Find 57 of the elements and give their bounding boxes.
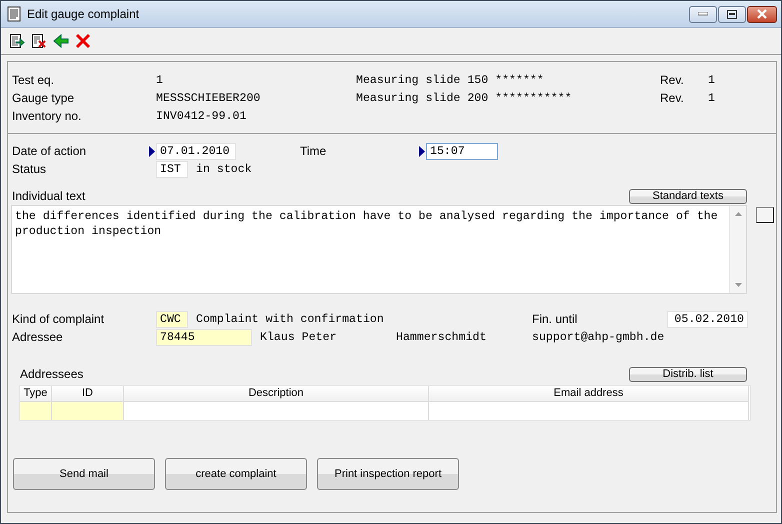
- kind-text: Complaint with confirmation: [196, 312, 384, 327]
- distribution-list-button[interactable]: Distrib. list: [629, 367, 747, 382]
- field-value: MESSSCHIEBER200: [156, 91, 262, 107]
- scroll-bar[interactable]: [729, 206, 746, 293]
- action-button[interactable]: Send mail: [13, 458, 155, 490]
- back-arrow-icon[interactable]: [53, 33, 69, 49]
- first-name-text: Klaus Peter: [260, 330, 338, 345]
- cancel-icon[interactable]: [75, 33, 91, 49]
- field-label: Adressee: [12, 330, 63, 345]
- description-text: Measuring slide 200 ***********: [356, 91, 573, 107]
- description-text: Measuring slide 150 *******: [356, 73, 545, 89]
- column-header[interactable]: Email address: [429, 386, 749, 402]
- maximize-button[interactable]: [718, 6, 746, 22]
- minimize-icon: [698, 12, 708, 16]
- email-text: support@ahp-gmbh.de: [532, 330, 666, 345]
- field-value: 1: [708, 73, 716, 89]
- date-field[interactable]: 05.02.2010: [667, 311, 748, 328]
- addressee-field[interactable]: 78445: [156, 329, 252, 346]
- section-label: Addressees: [20, 367, 84, 382]
- time-field[interactable]: 15:07: [426, 143, 498, 160]
- close-button[interactable]: [747, 6, 777, 22]
- field-label: Rev.: [660, 73, 684, 89]
- status-text: in stock: [196, 162, 252, 177]
- window-title: Edit gauge complaint: [27, 7, 140, 21]
- field-label: Test eq.: [12, 73, 54, 89]
- kind-field[interactable]: CWC: [156, 311, 188, 328]
- table-cell[interactable]: [52, 402, 124, 420]
- column-header[interactable]: ID: [52, 386, 124, 402]
- field-label: Time: [300, 144, 326, 159]
- column-header[interactable]: Description: [124, 386, 429, 402]
- action-button[interactable]: create complaint: [165, 458, 307, 490]
- field-value: 1: [156, 73, 164, 89]
- field-label: Rev.: [660, 91, 684, 107]
- minimize-button[interactable]: [689, 6, 717, 22]
- date-field[interactable]: 07.01.2010: [156, 143, 236, 160]
- field-value: INV0412-99.01: [156, 109, 248, 125]
- maximize-icon: [727, 10, 737, 18]
- field-label: Date of action: [12, 144, 86, 159]
- document-cross-icon[interactable]: [31, 33, 47, 49]
- field-value: 1: [708, 91, 716, 107]
- last-name-text: Hammerschmidt: [396, 330, 486, 345]
- column-header[interactable]: Type: [20, 386, 52, 402]
- standard-texts-button[interactable]: Standard texts: [629, 189, 747, 204]
- action-button[interactable]: Print inspection report: [317, 458, 459, 490]
- side-button[interactable]: [756, 207, 774, 223]
- field-label: Gauge type: [12, 91, 74, 107]
- status-field[interactable]: IST: [156, 161, 188, 178]
- field-label: Status: [12, 162, 46, 177]
- document-icon: [7, 6, 21, 22]
- text-area[interactable]: the differences identified during the calibration have to be analysed regarding the importance of the production inspection: [11, 205, 747, 294]
- field-label: Inventory no.: [12, 109, 82, 125]
- close-icon: [756, 9, 768, 19]
- section-label: Individual text: [12, 189, 86, 204]
- field-label: Fin. until: [532, 312, 578, 327]
- field-label: Kind of complaint: [12, 312, 104, 327]
- table-cell[interactable]: [20, 402, 52, 420]
- document-arrow-icon[interactable]: [9, 33, 25, 49]
